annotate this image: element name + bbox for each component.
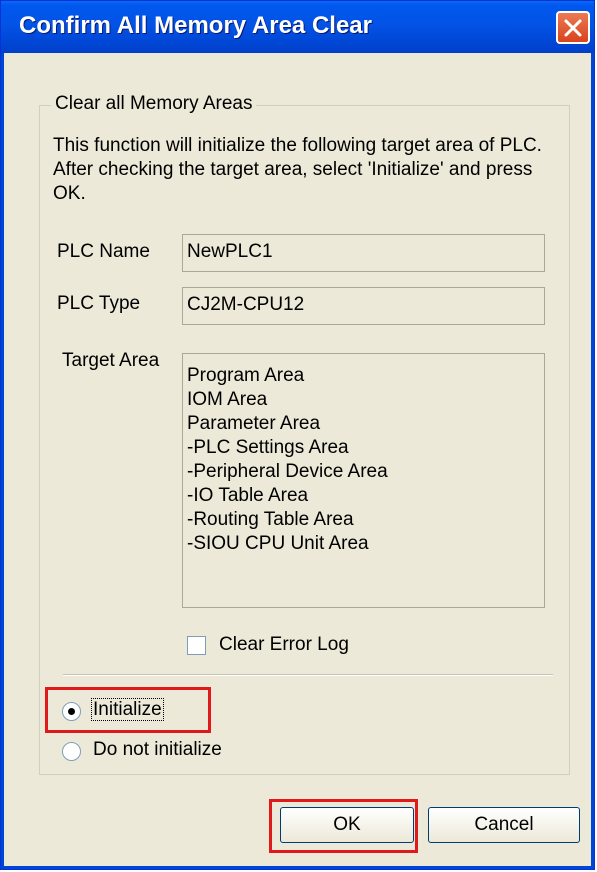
target-area-item: Parameter Area — [187, 413, 321, 434]
window-title: Confirm All Memory Area Clear — [19, 12, 372, 39]
do-not-initialize-radio[interactable] — [62, 742, 81, 761]
plc-name-label: PLC Name — [57, 241, 150, 262]
title-bar: Confirm All Memory Area Clear — [1, 1, 594, 53]
cancel-button[interactable]: Cancel — [428, 807, 580, 843]
clear-error-log-checkbox[interactable] — [187, 636, 206, 655]
target-area-item: -Peripheral Device Area — [187, 461, 388, 482]
ok-highlight — [269, 799, 418, 853]
plc-name-field: NewPLC1 — [182, 234, 545, 272]
initialize-highlight — [45, 687, 211, 733]
target-area-item: -IO Table Area — [187, 485, 309, 506]
window-border-left — [1, 53, 4, 869]
plc-type-label: PLC Type — [57, 293, 141, 314]
window-border-right — [591, 53, 594, 869]
close-button[interactable] — [556, 11, 590, 44]
target-area-label: Target Area — [62, 350, 160, 371]
separator — [63, 674, 553, 676]
plc-type-field: CJ2M-CPU12 — [182, 287, 545, 325]
do-not-initialize-label[interactable]: Do not initialize — [93, 739, 222, 761]
target-area-item: -PLC Settings Area — [187, 437, 349, 458]
group-title: Clear all Memory Areas — [51, 93, 257, 115]
close-icon — [564, 19, 582, 37]
description-text: This function will initialize the follow… — [53, 135, 542, 204]
target-area-item: -SIOU CPU Unit Area — [187, 533, 369, 554]
target-area-item: IOM Area — [187, 389, 268, 410]
target-area-item: -Routing Table Area — [187, 509, 354, 530]
target-area-item: Program Area — [187, 365, 305, 386]
target-area-list: Program Area IOM Area Parameter Area -PL… — [182, 353, 545, 608]
dialog-window: Confirm All Memory Area Clear Clear all … — [0, 0, 595, 870]
clear-error-log-label[interactable]: Clear Error Log — [219, 634, 349, 656]
window-border-bottom — [1, 866, 594, 869]
